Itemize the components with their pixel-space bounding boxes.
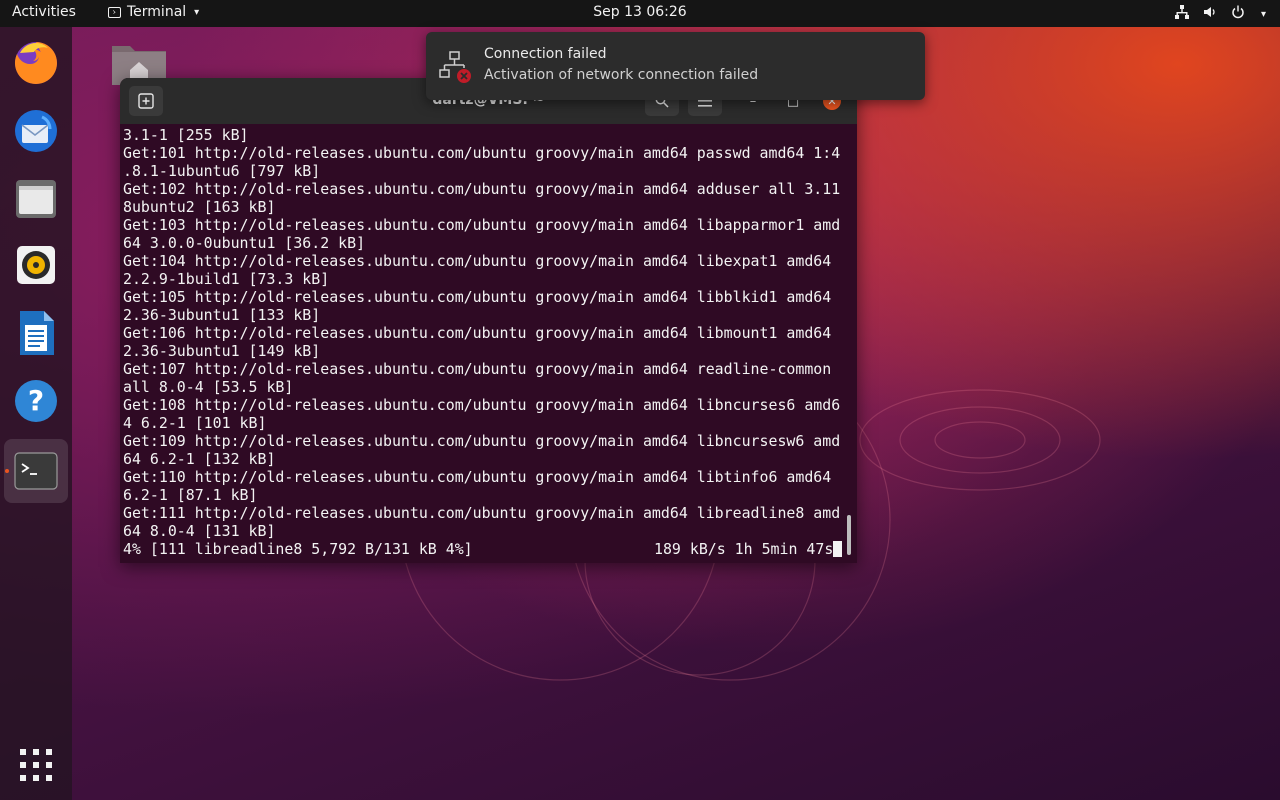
app-menu[interactable]: Terminal ▾ xyxy=(108,4,199,20)
terminal-line: Get:109 http://old-releases.ubuntu.com/u… xyxy=(123,432,841,450)
firefox-icon xyxy=(14,42,57,84)
terminal-line: Get:101 http://old-releases.ubuntu.com/u… xyxy=(123,144,841,162)
terminal-line: Get:108 http://old-releases.ubuntu.com/u… xyxy=(123,396,841,414)
terminal-line: 4 6.2-1 [101 kB] xyxy=(123,414,267,432)
dock-item-help[interactable]: ? xyxy=(4,369,68,433)
rhythmbox-icon xyxy=(17,246,55,284)
terminal-line: Get:102 http://old-releases.ubuntu.com/u… xyxy=(123,180,841,198)
terminal-output[interactable]: 3.1-1 [255 kB] Get:101 http://old-release… xyxy=(123,124,848,558)
dock-item-rhythmbox[interactable] xyxy=(4,233,68,297)
dock-item-firefox[interactable] xyxy=(4,31,68,95)
progress-status: 4% [111 libreadline8 5,792 B/131 kB 4%] xyxy=(123,540,473,558)
network-wired-icon xyxy=(1174,5,1189,23)
system-tray[interactable]: ▾ xyxy=(1174,5,1266,23)
libreoffice-writer-icon xyxy=(20,311,54,355)
dock-show-applications[interactable] xyxy=(4,733,68,797)
dock-item-terminal[interactable] xyxy=(4,439,68,503)
terminal-app-icon xyxy=(108,6,121,18)
terminal-icon xyxy=(14,452,58,490)
files-icon xyxy=(16,180,56,218)
terminal-line: all 8.0-4 [53.5 kB] xyxy=(123,378,294,396)
chevron-down-icon: ▾ xyxy=(194,6,200,18)
svg-text:?: ? xyxy=(28,384,44,417)
progress-speed-text: 189 kB/s 1h 5min 47s xyxy=(654,540,834,558)
dock-item-thunderbird[interactable] xyxy=(4,99,68,163)
terminal-line: 2.2.9-1build1 [73.3 kB] xyxy=(123,270,330,288)
terminal-window[interactable]: dartz@VMS: ~ – □ ✕ 3.1-1 [255 kB] Get:101… xyxy=(120,78,857,563)
notification-banner[interactable]: Connection failed Activation of network … xyxy=(426,32,925,100)
terminal-scrollbar[interactable] xyxy=(847,515,851,555)
terminal-line: .8.1-1ubuntu6 [797 kB] xyxy=(123,162,321,180)
terminal-line: Get:106 http://old-releases.ubuntu.com/u… xyxy=(123,324,832,342)
show-applications-icon xyxy=(20,749,52,781)
terminal-line: Get:104 http://old-releases.ubuntu.com/u… xyxy=(123,252,832,270)
notification-body: Activation of network connection failed xyxy=(484,67,759,83)
terminal-line: 8ubuntu2 [163 kB] xyxy=(123,198,276,216)
terminal-line: 2.36-3ubuntu1 [149 kB] xyxy=(123,342,321,360)
dock-item-writer[interactable] xyxy=(4,301,68,365)
terminal-line: 64 8.0-4 [131 kB] xyxy=(123,522,276,540)
running-indicator xyxy=(5,469,9,473)
terminal-line: Get:107 http://old-releases.ubuntu.com/u… xyxy=(123,360,832,378)
terminal-line: Get:110 http://old-releases.ubuntu.com/u… xyxy=(123,468,832,486)
text-cursor xyxy=(833,541,843,557)
app-menu-label: Terminal xyxy=(127,4,187,20)
power-icon xyxy=(1231,5,1245,23)
terminal-line: Get:105 http://old-releases.ubuntu.com/u… xyxy=(123,288,832,306)
help-icon: ? xyxy=(15,380,57,422)
volume-icon xyxy=(1203,5,1217,23)
notification-title: Connection failed xyxy=(484,46,607,62)
activities-button[interactable]: Activities xyxy=(12,4,76,20)
clock[interactable]: Sep 13 06:26 xyxy=(593,4,686,20)
terminal-line: Get:111 http://old-releases.ubuntu.com/u… xyxy=(123,504,841,522)
dock: ? xyxy=(0,27,72,800)
terminal-line: Get:103 http://old-releases.ubuntu.com/u… xyxy=(123,216,841,234)
thunderbird-icon xyxy=(15,110,57,152)
network-error-icon xyxy=(439,51,471,83)
terminal-line: 64 6.2-1 [132 kB] xyxy=(123,450,276,468)
progress-line: 4% [111 libreadline8 5,792 B/131 kB 4%] 1… xyxy=(123,540,848,558)
terminal-line: 2.36-3ubuntu1 [133 kB] xyxy=(123,306,321,324)
progress-speed-eta: 189 kB/s 1h 5min 47s xyxy=(654,540,843,558)
terminal-line: 64 3.0.0-0ubuntu1 [36.2 kB] xyxy=(123,234,366,252)
top-bar: Activities Terminal ▾ Sep 13 06:26 ▾ xyxy=(0,0,1280,27)
terminal-line: 6.2-1 [87.1 kB] xyxy=(123,486,258,504)
dock-item-files[interactable] xyxy=(4,167,68,231)
terminal-line: 3.1-1 [255 kB] xyxy=(123,126,249,144)
chevron-down-icon: ▾ xyxy=(1260,8,1266,20)
